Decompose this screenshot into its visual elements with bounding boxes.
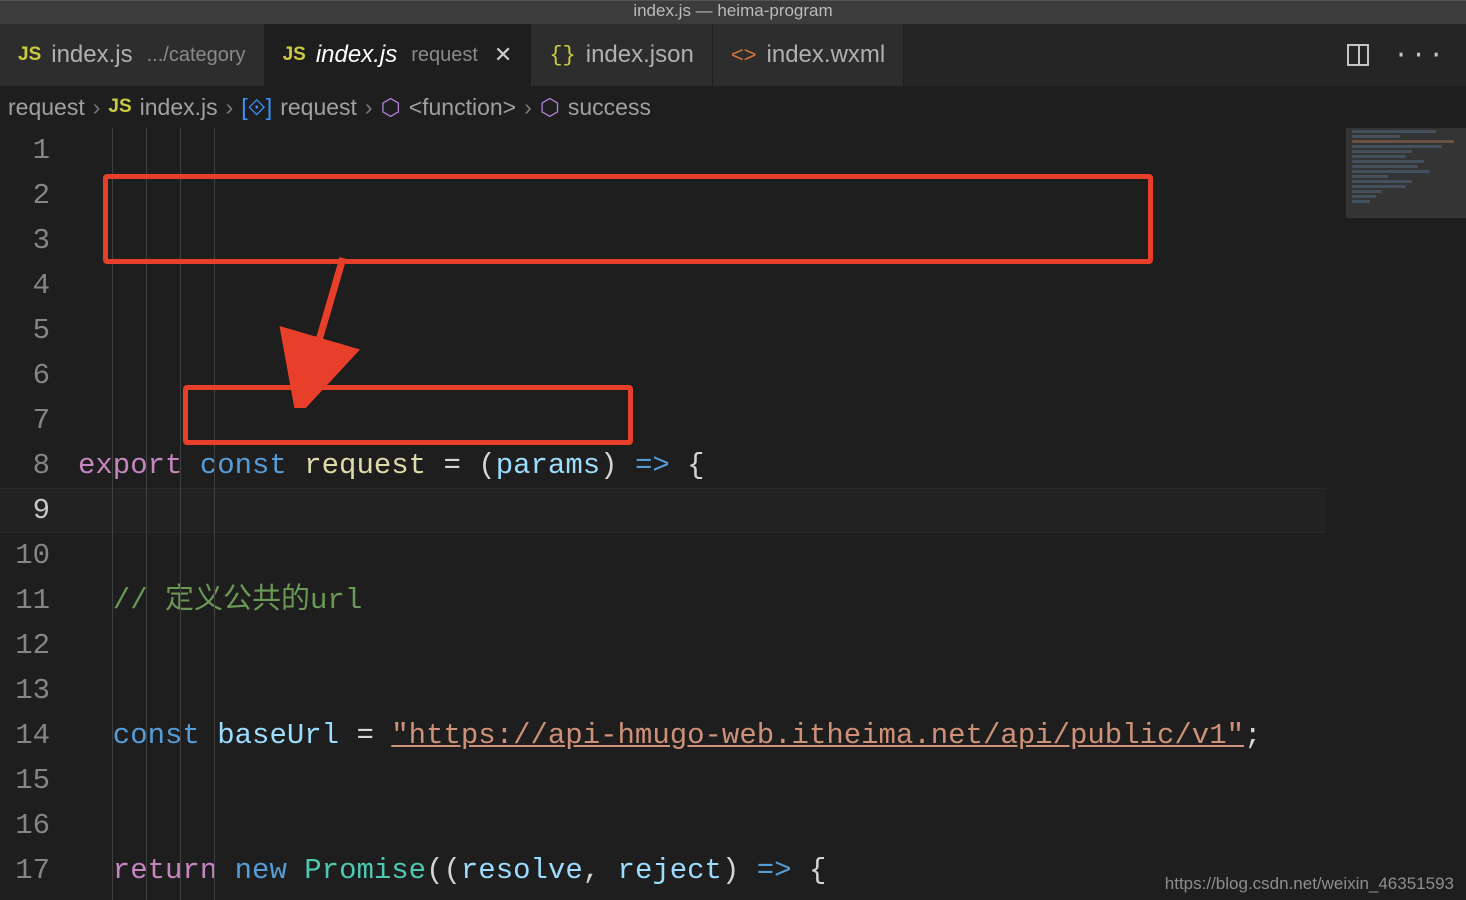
watermark: https://blog.csdn.net/weixin_46351593 bbox=[1165, 874, 1454, 894]
breadcrumb[interactable]: request › JS index.js › [⟐] request › ⬡ … bbox=[0, 86, 1466, 128]
code-area[interactable]: export const request = (params) => { // … bbox=[78, 128, 1466, 900]
tab-actions: ··· bbox=[1327, 24, 1466, 86]
js-icon: JS bbox=[283, 44, 306, 66]
window-title: index.js — heima-program bbox=[0, 0, 1466, 24]
more-icon[interactable]: ··· bbox=[1393, 40, 1446, 70]
tab-index-request[interactable]: JS index.js request ✕ bbox=[265, 24, 532, 86]
js-icon: JS bbox=[18, 44, 41, 66]
breadcrumb-folder[interactable]: request bbox=[8, 94, 85, 121]
namespace-icon: [⟐] bbox=[241, 94, 272, 121]
chevron-right-icon: › bbox=[226, 94, 234, 121]
chevron-right-icon: › bbox=[93, 94, 101, 121]
annotation-arrow bbox=[248, 248, 368, 408]
chevron-right-icon: › bbox=[365, 94, 373, 121]
function-icon: ⬡ bbox=[540, 94, 560, 121]
tab-filename: index.wxml bbox=[767, 41, 886, 69]
wxml-icon: <> bbox=[731, 42, 757, 68]
minimap[interactable] bbox=[1346, 128, 1466, 218]
tab-index-category[interactable]: JS index.js .../category bbox=[0, 24, 265, 86]
js-icon: JS bbox=[108, 96, 131, 118]
close-icon[interactable]: ✕ bbox=[494, 42, 512, 68]
tab-index-wxml[interactable]: <> index.wxml bbox=[713, 24, 904, 86]
split-editor-icon[interactable] bbox=[1347, 44, 1369, 66]
tab-dir: request bbox=[411, 44, 478, 67]
tab-index-json[interactable]: {} index.json bbox=[531, 24, 712, 86]
tab-filename: index.js bbox=[51, 41, 132, 69]
annotation-box-url bbox=[183, 385, 633, 445]
tab-filename: index.json bbox=[586, 41, 694, 69]
function-icon: ⬡ bbox=[381, 94, 401, 121]
annotation-box-baseurl bbox=[103, 174, 1153, 264]
breadcrumb-symbol[interactable]: request bbox=[280, 94, 357, 121]
breadcrumb-symbol[interactable]: <function> bbox=[409, 94, 516, 121]
breadcrumb-symbol[interactable]: success bbox=[568, 94, 651, 121]
tab-dir: .../category bbox=[147, 44, 246, 67]
tab-filename: index.js bbox=[316, 41, 397, 69]
chevron-right-icon: › bbox=[524, 94, 532, 121]
json-icon: {} bbox=[549, 43, 575, 68]
editor[interactable]: 1234 5678 9101112 13141516 17 export con… bbox=[0, 128, 1466, 900]
tab-bar: JS index.js .../category JS index.js req… bbox=[0, 24, 1466, 86]
breadcrumb-file[interactable]: index.js bbox=[140, 94, 218, 121]
